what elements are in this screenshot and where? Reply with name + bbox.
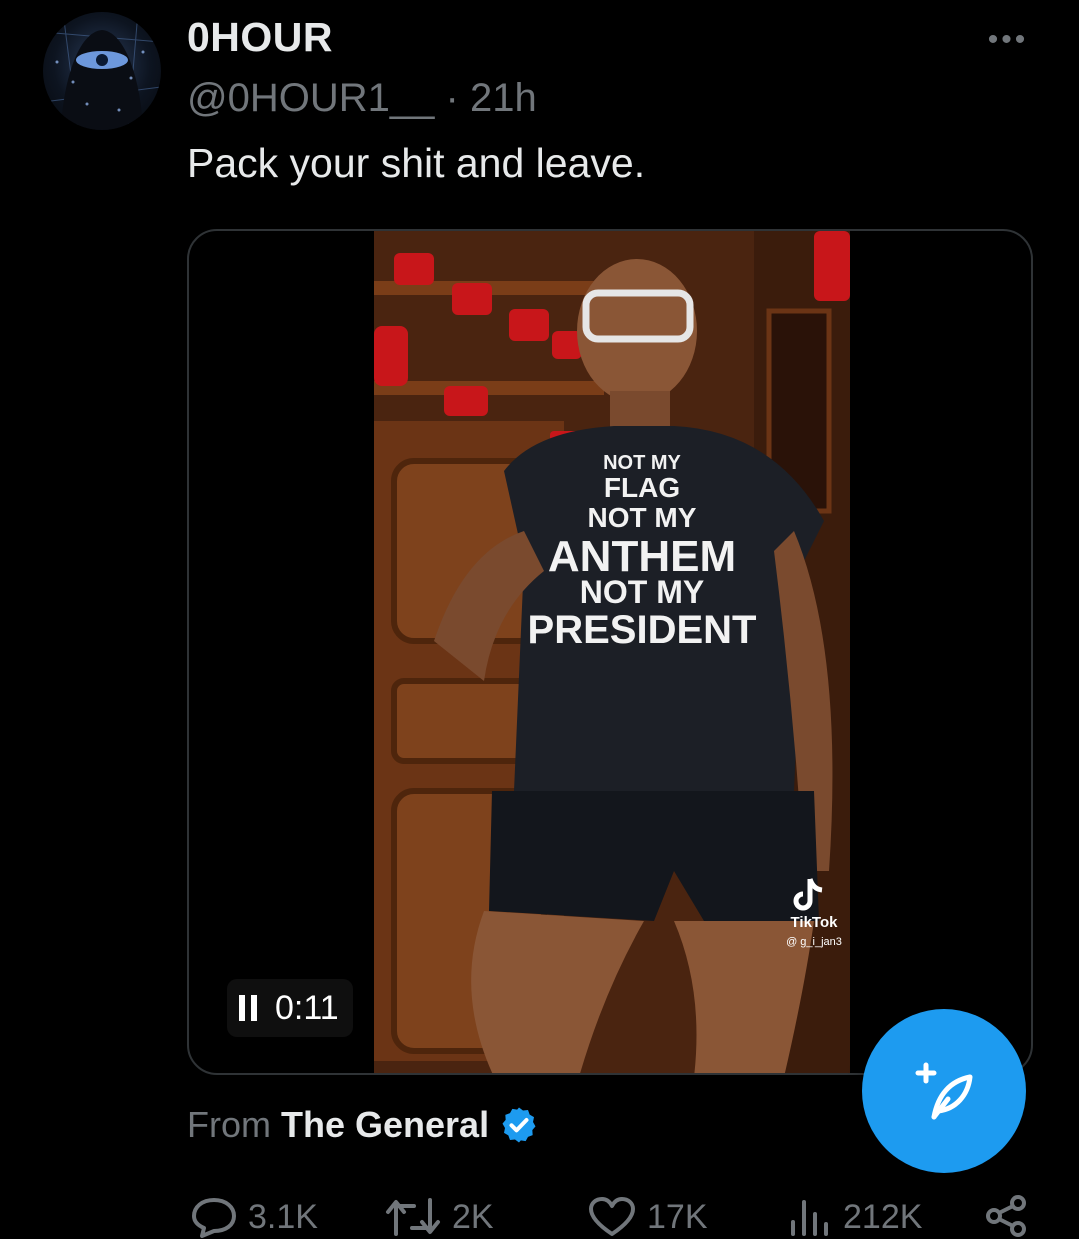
share-button[interactable] — [982, 1194, 1030, 1238]
like-icon — [589, 1197, 635, 1236]
shirt-line-2: FLAG — [604, 472, 680, 503]
shirt-line-1: NOT MY — [603, 452, 681, 474]
tiktok-brand: TikTok — [791, 914, 839, 931]
tweet-meta: @0HOUR1__ · 21h — [187, 76, 537, 121]
video-frame[interactable]: NOT MY FLAG NOT MY ANTHEM NOT MY PRESIDE… — [374, 231, 850, 1073]
compose-icon — [915, 1062, 973, 1120]
avatar[interactable] — [43, 12, 161, 130]
shirt-line-6: PRESIDENT — [528, 608, 757, 652]
source-name[interactable]: The General — [281, 1104, 489, 1146]
action-bar: 3.1K 2K 17K 212K — [0, 1190, 1079, 1239]
video-timestamp: 0:11 — [275, 988, 339, 1027]
views-icon — [791, 1200, 828, 1236]
source-prefix: From — [187, 1104, 271, 1145]
shirt-line-5: NOT MY — [580, 574, 704, 610]
more-icon[interactable]: ••• — [984, 23, 1032, 56]
compose-button[interactable] — [862, 1009, 1026, 1173]
video-scene: NOT MY FLAG NOT MY ANTHEM NOT MY PRESIDE… — [374, 231, 850, 1073]
timestamp[interactable]: 21h — [470, 76, 537, 120]
like-button[interactable]: 17K — [587, 1196, 708, 1238]
tweet-text: Pack your shit and leave. — [187, 140, 646, 186]
reply-icon — [192, 1198, 236, 1238]
video-player[interactable]: NOT MY FLAG NOT MY ANTHEM NOT MY PRESIDE… — [187, 229, 1033, 1075]
repost-count: 2K — [452, 1197, 494, 1236]
reply-count: 3.1K — [248, 1197, 318, 1236]
avatar-image — [43, 12, 161, 130]
views-button[interactable]: 212K — [787, 1196, 922, 1238]
shirt-line-3: NOT MY — [588, 502, 697, 533]
meta-separator: · — [445, 76, 459, 120]
reply-button[interactable]: 3.1K — [190, 1196, 318, 1238]
video-source: From The General — [187, 1104, 539, 1146]
verified-badge-icon — [502, 1107, 536, 1143]
pause-icon[interactable] — [239, 995, 257, 1021]
repost-button[interactable]: 2K — [384, 1196, 494, 1238]
user-handle[interactable]: @0HOUR1__ — [187, 76, 434, 120]
playback-control[interactable]: 0:11 — [227, 979, 353, 1037]
like-count: 17K — [647, 1197, 708, 1236]
tiktok-user: @ g_i_jan3 — [786, 936, 842, 948]
repost-icon — [386, 1198, 440, 1236]
views-count: 212K — [843, 1197, 923, 1236]
share-icon — [986, 1195, 1026, 1237]
display-name[interactable]: 0HOUR — [187, 14, 333, 61]
